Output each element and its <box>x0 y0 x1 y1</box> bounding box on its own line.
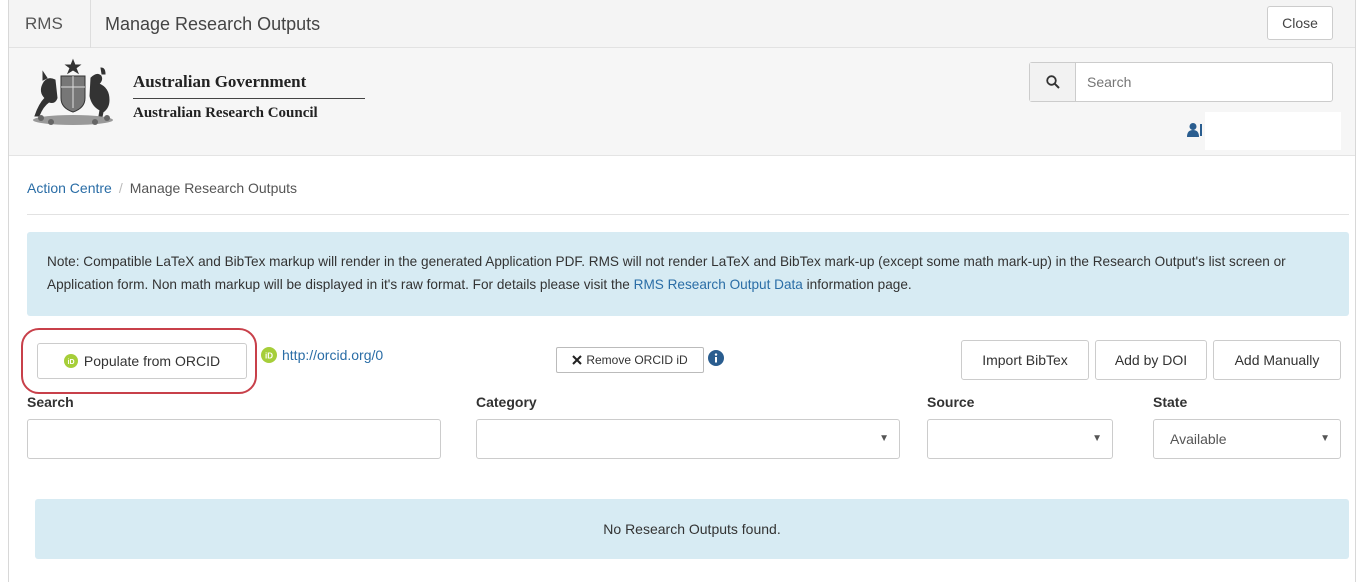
global-search <box>1029 62 1333 102</box>
category-filter-label: Category <box>476 394 537 410</box>
orcid-url: http://orcid.org/0 <box>282 347 384 363</box>
info-icon[interactable] <box>708 350 724 366</box>
page-title: Manage Research Outputs <box>105 14 321 34</box>
populate-label: Populate from ORCID <box>83 353 221 369</box>
source-select[interactable]: ▼ <box>927 419 1113 459</box>
rms-research-output-data-link[interactable]: RMS Research Output Data <box>634 277 803 292</box>
user-icon[interactable] <box>1187 122 1203 138</box>
chevron-down-icon: ▼ <box>1092 433 1102 444</box>
remove-orcid-button[interactable]: Remove ORCID iD <box>556 347 704 373</box>
markup-note-alert: Note: Compatible LaTeX and BibTex markup… <box>27 232 1349 316</box>
top-bar: RMS Manage Research Outputs Close <box>9 0 1355 48</box>
app-window: RMS Manage Research Outputs Close Austra… <box>8 0 1356 582</box>
svg-text:iD: iD <box>265 352 273 361</box>
state-select[interactable]: Available ▼ <box>1153 419 1341 459</box>
empty-results-message: No Research Outputs found. <box>35 499 1349 559</box>
orcid-profile-link[interactable]: iD http://orcid.org/0 <box>261 347 383 363</box>
search-icon <box>1045 75 1060 89</box>
state-filter-label: State <box>1153 394 1188 410</box>
breadcrumb-separator: / <box>118 180 123 196</box>
search-filter-label: Search <box>27 394 74 410</box>
divider <box>27 214 1349 215</box>
breadcrumb-current: Manage Research Outputs <box>129 180 298 196</box>
council-name: Australian Research Council <box>133 105 318 121</box>
close-button[interactable]: Close <box>1267 6 1333 40</box>
orcid-icon: iD <box>63 354 78 368</box>
search-button[interactable] <box>1030 63 1076 101</box>
remove-label: Remove ORCID iD <box>586 353 688 367</box>
orcid-icon: iD <box>261 347 277 363</box>
populate-from-orcid-button[interactable]: iD Populate from ORCID <box>37 343 247 379</box>
coat-of-arms-icon <box>33 58 113 125</box>
state-selected-value: Available <box>1170 431 1227 447</box>
government-logotype: Australian Government Australian Researc… <box>133 72 365 122</box>
svg-text:iD: iD <box>67 359 74 366</box>
note-text-end: information page. <box>802 277 912 292</box>
import-bibtex-button[interactable]: Import BibTex <box>961 340 1089 380</box>
redacted-username <box>1205 112 1341 150</box>
remove-icon <box>572 355 583 365</box>
search-input[interactable] <box>1077 63 1331 101</box>
app-brand[interactable]: RMS <box>9 0 91 48</box>
chevron-down-icon: ▼ <box>879 433 889 444</box>
header: Australian Government Australian Researc… <box>9 48 1355 156</box>
breadcrumb: Action Centre / Manage Research Outputs <box>27 180 297 196</box>
category-select[interactable]: ▼ <box>476 419 900 459</box>
chevron-down-icon: ▼ <box>1320 433 1330 444</box>
source-filter-label: Source <box>927 394 975 410</box>
search-filter-input[interactable] <box>27 419 441 459</box>
breadcrumb-action-centre[interactable]: Action Centre <box>27 180 112 196</box>
government-name: Australian Government <box>133 72 365 99</box>
add-by-doi-button[interactable]: Add by DOI <box>1095 340 1207 380</box>
add-manually-button[interactable]: Add Manually <box>1213 340 1341 380</box>
